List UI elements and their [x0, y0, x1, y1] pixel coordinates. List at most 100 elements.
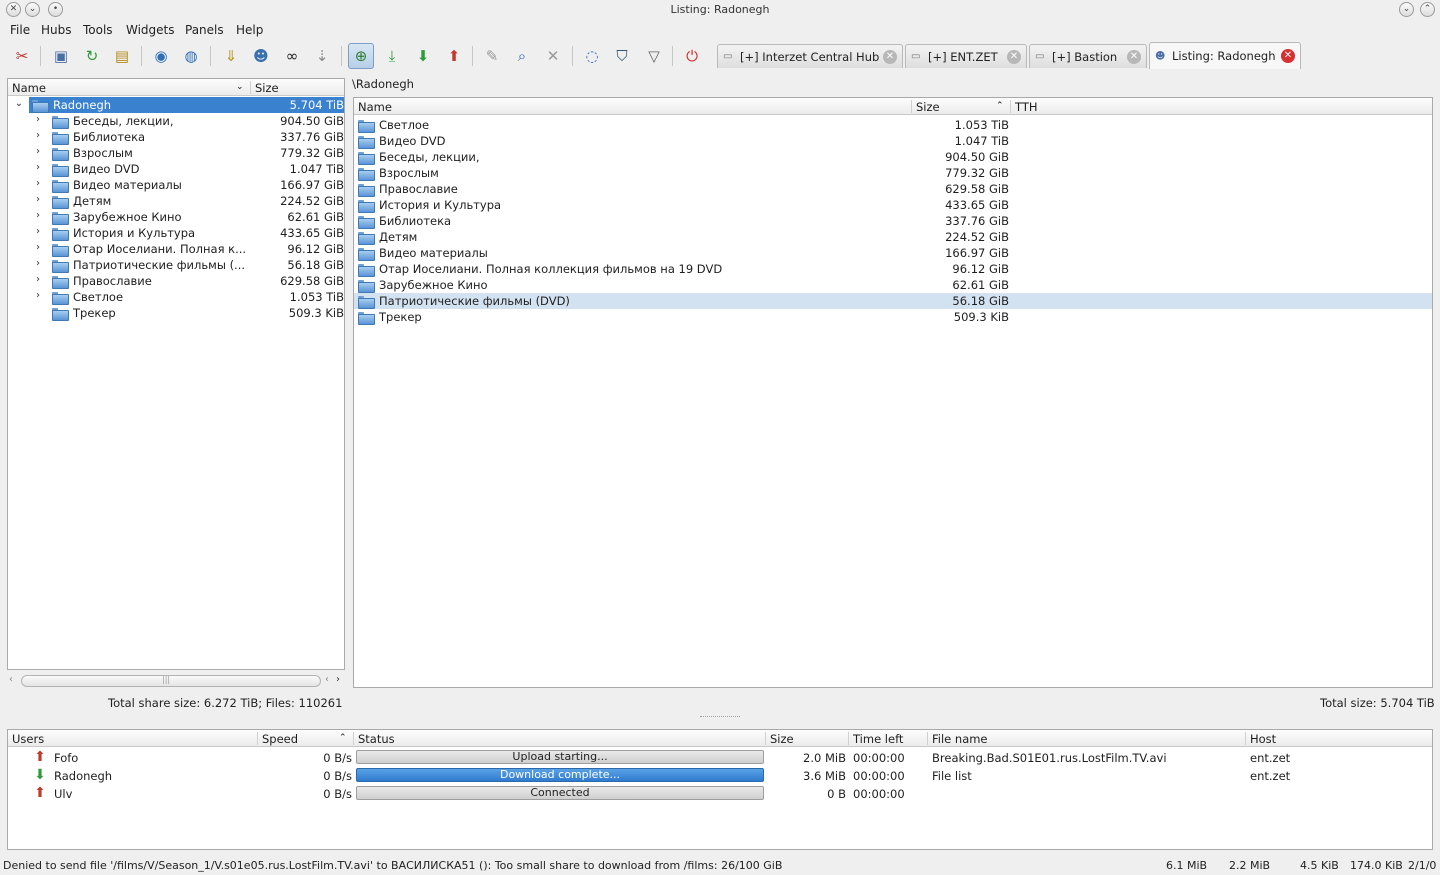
- minimize-icon[interactable]: ⌄: [1399, 2, 1414, 17]
- tab-listing-radonegh[interactable]: ☻ Listing: Radonegh ✕: [1149, 42, 1301, 69]
- scrollbar-thumb[interactable]: |||: [21, 675, 321, 687]
- public-hubs-icon[interactable]: ◉: [148, 43, 174, 69]
- download-icon[interactable]: ⤓: [379, 43, 405, 69]
- listing-row[interactable]: Светлое 1.053 TiB: [354, 117, 1432, 133]
- expand-arrow-icon[interactable]: ›: [33, 130, 43, 141]
- tree-item[interactable]: › Видео DVD 1.047 TiB: [8, 161, 344, 177]
- search-spy-icon[interactable]: ⌕: [509, 43, 535, 69]
- tree-item[interactable]: › Патриотические фильмы (... 56.18 GiB: [8, 257, 344, 273]
- quit-power-icon[interactable]: ⏻: [679, 43, 705, 69]
- tree-header-name[interactable]: Name: [12, 81, 46, 95]
- tab-bastion[interactable]: ▭ [+] Bastion ✕: [1029, 44, 1147, 68]
- listing-row[interactable]: Зарубежное Кино 62.61 GiB: [354, 277, 1432, 293]
- menu-help[interactable]: Help: [236, 23, 263, 37]
- tree-header-size[interactable]: Size: [255, 81, 279, 95]
- tab-ent-zet[interactable]: ▭ [+] ENT.ZET ✕: [905, 44, 1027, 68]
- adl-search-icon[interactable]: ⇣: [309, 43, 335, 69]
- transfer-row[interactable]: ⬆ Ulv 0 B/s Connected 0 B 00:00:00: [8, 785, 1432, 803]
- col-status[interactable]: Status: [358, 732, 395, 746]
- antispam-shield-icon[interactable]: ⛉: [609, 43, 635, 69]
- listing-row[interactable]: Патриотические фильмы (DVD) 56.18 GiB: [354, 293, 1432, 309]
- tree-item[interactable]: › Зарубежное Кино 62.61 GiB: [8, 209, 344, 225]
- scroll-left-icon[interactable]: ‹: [9, 674, 13, 685]
- menu-hubs[interactable]: Hubs: [41, 23, 72, 37]
- settings-tools-icon[interactable]: ✂: [9, 43, 35, 69]
- expand-arrow-icon[interactable]: ›: [33, 242, 43, 253]
- expand-arrow-icon[interactable]: ›: [33, 210, 43, 221]
- expand-arrow-icon[interactable]: ›: [33, 274, 43, 285]
- maximize-icon[interactable]: ⌃: [1420, 2, 1435, 17]
- tree-item[interactable]: Трекер 509.3 KiB: [8, 305, 344, 321]
- close-tab-icon[interactable]: ✕: [1007, 50, 1021, 64]
- listing-row[interactable]: Трекер 509.3 KiB: [354, 309, 1432, 325]
- listing-row[interactable]: Православие 629.58 GiB: [354, 181, 1432, 197]
- close-tab-icon[interactable]: ✕: [1127, 50, 1141, 64]
- listing-row[interactable]: Видео материалы 166.97 GiB: [354, 245, 1432, 261]
- finished-downloads-icon[interactable]: ⬇: [410, 43, 436, 69]
- listing-row[interactable]: Видео DVD 1.047 TiB: [354, 133, 1432, 149]
- listing-header-size[interactable]: Size: [916, 100, 940, 114]
- finished-uploads-icon[interactable]: ⬆: [441, 43, 467, 69]
- expand-arrow-icon[interactable]: ›: [33, 114, 43, 125]
- listing-row[interactable]: Беседы, лекции, 904.50 GiB: [354, 149, 1432, 165]
- transfer-row[interactable]: ⬇ Radonegh 0 B/s Download complete... 3.6 Mi…: [8, 767, 1432, 785]
- tree-item[interactable]: › Православие 629.58 GiB: [8, 273, 344, 289]
- tree-item[interactable]: › Отар Иоселиани. Полная к... 96.12 GiB: [8, 241, 344, 257]
- tree-item[interactable]: › Библиотека 337.76 GiB: [8, 129, 344, 145]
- clear-icon[interactable]: ✕: [540, 43, 566, 69]
- tree-horizontal-scrollbar[interactable]: ‹ ||| ‹ ›: [7, 673, 345, 689]
- listing-row[interactable]: История и Культура 433.65 GiB: [354, 197, 1432, 213]
- scroll-left-icon[interactable]: ‹: [325, 674, 329, 685]
- favorite-users-icon[interactable]: ☻: [248, 43, 274, 69]
- file-list-icon[interactable]: ⊕: [348, 43, 374, 69]
- expand-arrow-icon[interactable]: ›: [33, 162, 43, 173]
- favorite-hubs-icon[interactable]: ◍: [178, 43, 204, 69]
- col-file-name[interactable]: File name: [932, 732, 988, 746]
- tree-item[interactable]: › Детям 224.52 GiB: [8, 193, 344, 209]
- listing-header-name[interactable]: Name: [358, 100, 392, 114]
- close-tab-icon[interactable]: ✕: [1281, 49, 1295, 63]
- tab-interzet-central-hub[interactable]: ▭ [+] Interzet Central Hub ✕: [717, 44, 903, 68]
- menu-tools[interactable]: Tools: [83, 23, 113, 37]
- expand-arrow-icon[interactable]: ›: [33, 194, 43, 205]
- tree-item[interactable]: › Видео материалы 166.97 GiB: [8, 177, 344, 193]
- expand-arrow-icon[interactable]: ›: [33, 258, 43, 269]
- col-size[interactable]: Size: [770, 732, 794, 746]
- connect-hub-icon[interactable]: ▣: [48, 43, 74, 69]
- menu-widgets[interactable]: Widgets: [126, 23, 175, 37]
- listing-header-tth[interactable]: TTH: [1015, 100, 1038, 114]
- chevron-down-icon[interactable]: ⌄: [236, 82, 244, 92]
- file-listing[interactable]: Name Size ⌃ TTH Светлое 1.053 TiB Видео DV…: [353, 97, 1433, 688]
- listing-row[interactable]: Отар Иоселиани. Полная коллекция фильмов…: [354, 261, 1432, 277]
- tree-item[interactable]: › Беседы, лекции, 904.50 GiB: [8, 113, 344, 129]
- tree-item[interactable]: › Взрослым 779.32 GiB: [8, 145, 344, 161]
- expand-arrow-icon[interactable]: ›: [33, 178, 43, 189]
- transfer-row[interactable]: ⬆ Fofo 0 B/s Upload starting... 2.0 MiB 00:00…: [8, 749, 1432, 767]
- listing-row[interactable]: Библиотека 337.76 GiB: [354, 213, 1432, 229]
- splitter-handle[interactable]: [700, 716, 740, 719]
- menu-panels[interactable]: Panels: [185, 23, 224, 37]
- tree-root[interactable]: ⌄ Radonegh 5.704 TiB: [8, 97, 344, 113]
- directory-tree[interactable]: Name ⌄ Size ⌄ Radonegh 5.704 TiB › Беседы, л…: [7, 78, 345, 670]
- close-tab-icon[interactable]: ✕: [883, 50, 897, 64]
- expand-arrow-icon[interactable]: ⌄: [14, 98, 24, 109]
- col-speed[interactable]: Speed: [262, 732, 298, 746]
- download-queue-icon[interactable]: ⇓: [218, 43, 244, 69]
- col-host[interactable]: Host: [1250, 732, 1276, 746]
- reconnect-icon[interactable]: ↻: [79, 43, 105, 69]
- search-binoculars-icon[interactable]: ∞: [279, 43, 305, 69]
- tree-item[interactable]: › Светлое 1.053 TiB: [8, 289, 344, 305]
- pm-icon[interactable]: ✎: [479, 43, 505, 69]
- expand-arrow-icon[interactable]: ›: [33, 146, 43, 157]
- filter-icon[interactable]: ▽: [641, 43, 667, 69]
- listing-row[interactable]: Взрослым 779.32 GiB: [354, 165, 1432, 181]
- cmd-debug-icon[interactable]: ◌: [579, 43, 605, 69]
- expand-arrow-icon[interactable]: ›: [33, 226, 43, 237]
- scroll-right-icon[interactable]: ›: [336, 674, 340, 685]
- menu-file[interactable]: File: [10, 23, 30, 37]
- speed-icon[interactable]: ▤: [109, 43, 135, 69]
- expand-arrow-icon[interactable]: ›: [33, 290, 43, 301]
- listing-row[interactable]: Детям 224.52 GiB: [354, 229, 1432, 245]
- col-users[interactable]: Users: [12, 732, 44, 746]
- col-time-left[interactable]: Time left: [853, 732, 903, 746]
